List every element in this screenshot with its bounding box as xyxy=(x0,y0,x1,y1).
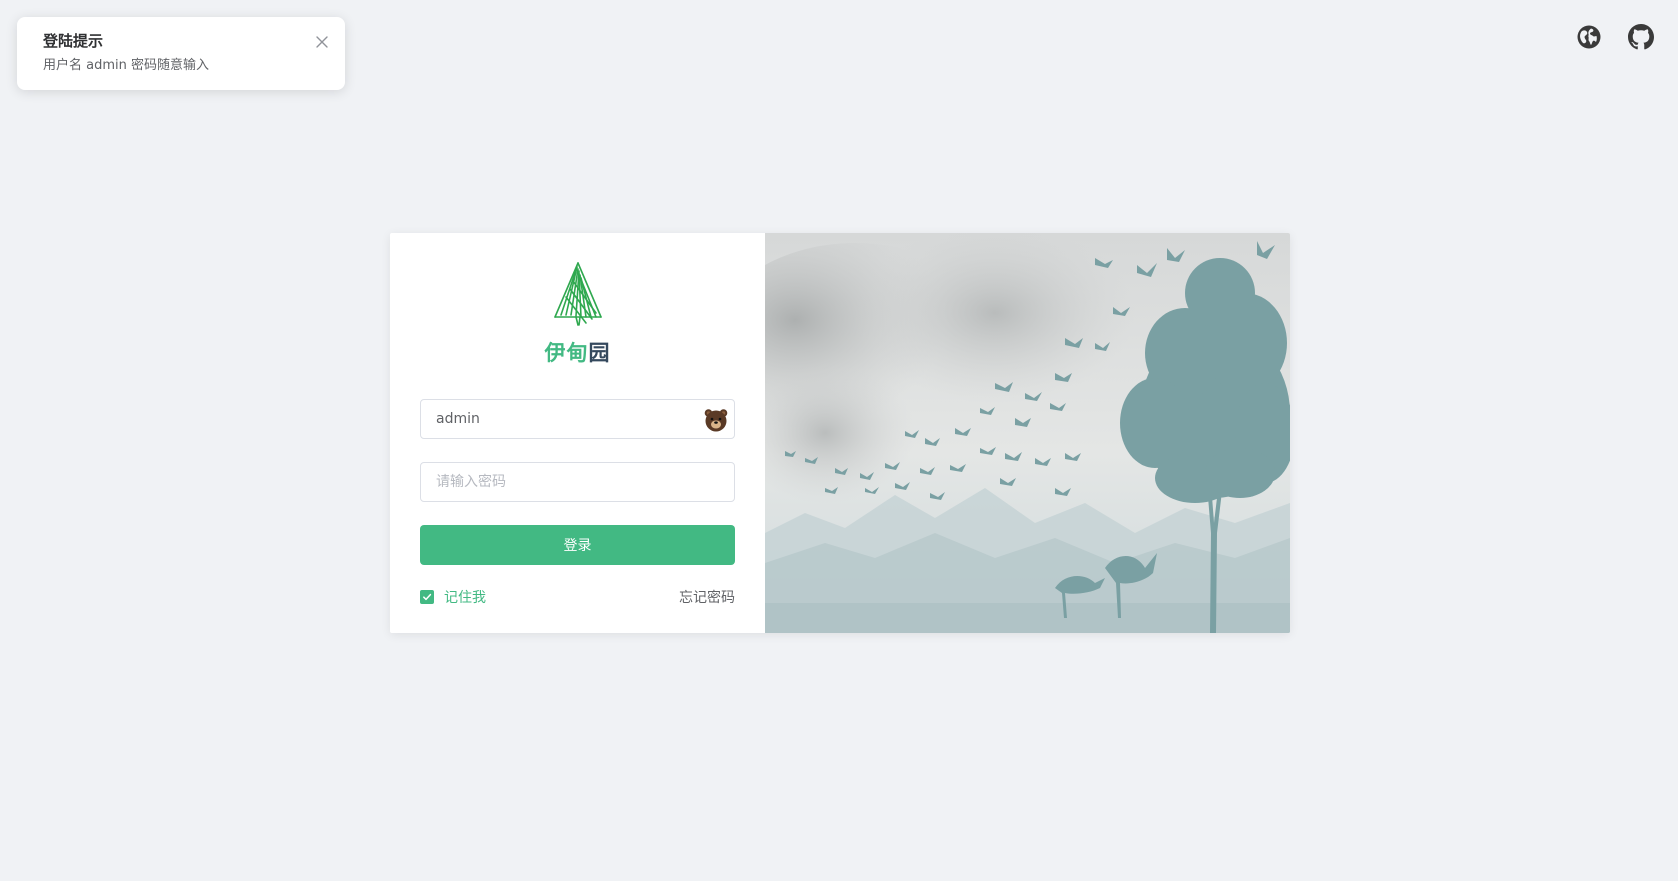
remember-me-label[interactable]: 记住我 xyxy=(444,587,486,607)
login-illustration xyxy=(765,233,1290,633)
username-field[interactable] xyxy=(420,399,735,439)
forgot-password-link[interactable]: 忘记密码 xyxy=(679,587,735,607)
globe-icon[interactable] xyxy=(1576,24,1602,50)
login-button[interactable]: 登录 xyxy=(420,525,735,565)
birds-tree-illustration xyxy=(765,233,1290,633)
bear-icon xyxy=(704,409,728,432)
brand-title: 伊甸园 xyxy=(420,337,735,367)
username-input[interactable] xyxy=(421,400,734,438)
login-card: 伊甸园 登录 xyxy=(390,233,1290,633)
notification-message: 用户名 admin 密码随意输入 xyxy=(43,58,209,73)
checkbox-checked-icon[interactable] xyxy=(420,590,434,604)
login-hint-notification: 登陆提示 用户名 admin 密码随意输入 xyxy=(17,17,345,90)
remember-me-checkbox[interactable]: 记住我 xyxy=(420,587,486,607)
brand-title-part2: 园 xyxy=(588,341,611,365)
password-field[interactable] xyxy=(420,462,735,502)
login-form-panel: 伊甸园 登录 xyxy=(390,233,765,633)
form-options-row: 记住我 忘记密码 xyxy=(420,587,735,607)
brand-title-part1: 伊甸 xyxy=(544,341,589,365)
github-icon[interactable] xyxy=(1628,24,1654,50)
tree-logo-icon xyxy=(553,262,602,326)
top-toolbar xyxy=(1576,24,1654,50)
password-input[interactable] xyxy=(421,463,734,501)
close-icon[interactable] xyxy=(313,33,331,51)
notification-title: 登陆提示 xyxy=(43,32,104,50)
